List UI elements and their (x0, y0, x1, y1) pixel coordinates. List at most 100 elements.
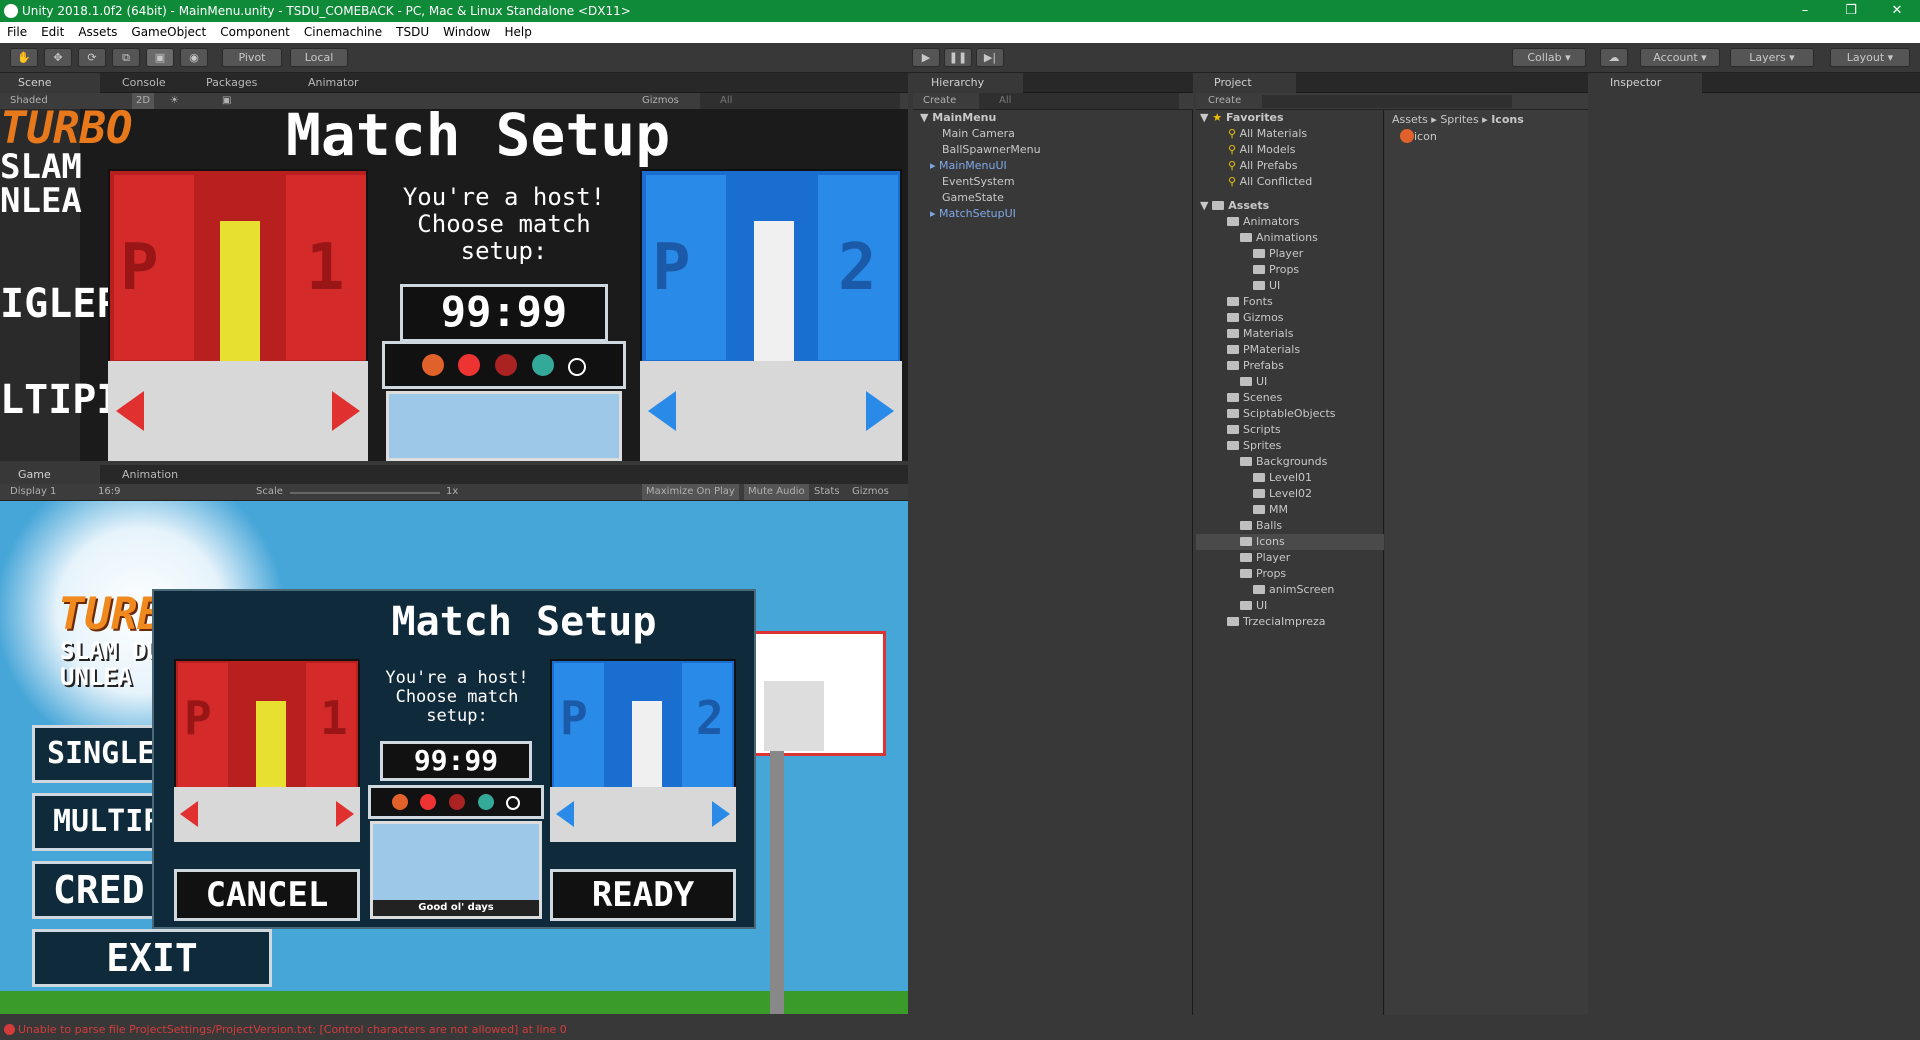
project-folder-item[interactable]: Level02 (1253, 486, 1312, 502)
hierarchy-search-input[interactable]: All (979, 93, 1179, 109)
mute-audio-toggle[interactable]: Mute Audio (744, 484, 809, 500)
favorites-folder[interactable]: ▼ ★ Favorites (1200, 110, 1284, 126)
favorite-item[interactable]: ⚲ All Models (1228, 142, 1295, 158)
menu-edit[interactable]: Edit (34, 22, 71, 43)
menu-window[interactable]: Window (436, 22, 497, 43)
minimize-button[interactable]: – (1782, 0, 1828, 22)
timer-box[interactable]: 99:99 (380, 741, 532, 781)
menu-cinemachine[interactable]: Cinemachine (297, 22, 389, 43)
hierarchy-item-gamestate[interactable]: GameState (942, 190, 1004, 206)
scene-camera-icon[interactable]: ▣ (222, 93, 231, 109)
level-preview[interactable]: Good ol' days (370, 821, 542, 919)
scale-tool-icon[interactable]: ⧉ (112, 48, 140, 67)
aspect-dropdown[interactable]: 16:9 (98, 484, 120, 500)
lighting-icon[interactable]: ☀ (170, 93, 179, 109)
tab-animation[interactable]: Animation (104, 465, 214, 485)
shading-mode-dropdown[interactable]: Shaded (10, 93, 48, 109)
play-button[interactable]: ▶ (912, 48, 940, 67)
pause-button[interactable]: ❚❚ (944, 48, 972, 67)
project-folder-item[interactable]: TrzeciaImpreza (1227, 614, 1326, 630)
menu-gameobject[interactable]: GameObject (124, 22, 213, 43)
cloud-icon[interactable]: ☁ (1600, 48, 1628, 67)
display-dropdown[interactable]: Display 1 (10, 484, 56, 500)
tab-scene[interactable]: Scene (0, 73, 100, 93)
breadcrumb-sprites[interactable]: Sprites (1440, 113, 1478, 126)
move-tool-icon[interactable]: ✥ (44, 48, 72, 67)
project-folder-item[interactable]: Props (1253, 262, 1299, 278)
rotate-tool-icon[interactable]: ⟳ (78, 48, 106, 67)
maximize-button[interactable]: ❐ (1828, 0, 1874, 22)
ready-button[interactable]: READY (550, 869, 736, 921)
project-folder-item[interactable]: UI (1253, 278, 1280, 294)
project-folder-item[interactable]: Player (1253, 246, 1303, 262)
status-error-text[interactable]: Unable to parse file ProjectSettings/Pro… (18, 1023, 567, 1036)
tab-inspector[interactable]: Inspector (1592, 73, 1702, 93)
scale-slider[interactable] (290, 492, 440, 494)
project-folder-item[interactable]: Backgrounds (1240, 454, 1327, 470)
menu-assets[interactable]: Assets (71, 22, 124, 43)
p2-right-arrow-icon[interactable] (712, 801, 730, 827)
project-folder-item[interactable]: Player (1240, 550, 1290, 566)
game-gizmos-dropdown[interactable]: Gizmos (852, 484, 889, 500)
2d-toggle[interactable]: 2D (132, 93, 155, 109)
project-folder-item[interactable]: Sprites (1227, 438, 1281, 454)
pivot-toggle[interactable]: Pivot (222, 48, 282, 67)
cancel-button[interactable]: CANCEL (174, 869, 360, 921)
project-folder-item[interactable]: Balls (1240, 518, 1282, 534)
hierarchy-item-eventsystem[interactable]: EventSystem (942, 174, 1015, 190)
transform-tool-icon[interactable]: ◉ (180, 48, 208, 67)
project-folder-item[interactable]: Materials (1227, 326, 1293, 342)
tab-game[interactable]: Game (0, 465, 100, 485)
menu-help[interactable]: Help (497, 22, 538, 43)
project-folder-item[interactable]: Prefabs (1227, 358, 1284, 374)
hand-tool-icon[interactable]: ✋ (10, 48, 38, 67)
hierarchy-item-matchsetupui[interactable]: ▸ MatchSetupUI (930, 206, 1016, 222)
project-folder-item[interactable]: Scripts (1227, 422, 1281, 438)
project-folder-item[interactable]: Fonts (1227, 294, 1273, 310)
favorite-item[interactable]: ⚲ All Conflicted (1228, 174, 1312, 190)
menu-component[interactable]: Component (213, 22, 297, 43)
menu-file[interactable]: File (0, 22, 34, 43)
p1-left-arrow-icon[interactable] (180, 801, 198, 827)
favorite-item[interactable]: ⚲ All Prefabs (1228, 158, 1298, 174)
layout-dropdown[interactable]: Layout ▾ (1830, 48, 1910, 67)
project-folder-item[interactable]: Props (1240, 566, 1286, 582)
hierarchy-item-main-camera[interactable]: Main Camera (942, 126, 1015, 142)
project-search-input[interactable] (1262, 95, 1512, 108)
local-toggle[interactable]: Local (290, 48, 348, 67)
project-create-dropdown[interactable]: Create (1208, 93, 1241, 109)
project-folder-item[interactable]: MM (1253, 502, 1288, 518)
project-folder-item[interactable]: PMaterials (1227, 342, 1300, 358)
project-folder-item[interactable]: UI (1240, 374, 1267, 390)
scene-gizmos-dropdown[interactable]: Gizmos (642, 93, 679, 109)
tab-animator[interactable]: Animator (290, 73, 390, 93)
project-folder-item[interactable]: Gizmos (1227, 310, 1284, 326)
project-folder-item[interactable]: Icons (1196, 534, 1384, 550)
project-folder-item[interactable]: Level01 (1253, 470, 1312, 486)
tab-console[interactable]: Console (104, 73, 194, 93)
ball-selector[interactable] (368, 785, 544, 819)
tab-packages[interactable]: Packages (188, 73, 278, 93)
hierarchy-create-dropdown[interactable]: Create (923, 93, 956, 109)
exit-button[interactable]: EXIT (32, 929, 272, 987)
hierarchy-scene-root[interactable]: ▼ MainMenu (920, 110, 996, 126)
project-folder-item[interactable]: Animators (1227, 214, 1299, 230)
p2-left-arrow-icon[interactable] (556, 801, 574, 827)
breadcrumb-icons[interactable]: Icons (1491, 113, 1524, 126)
hierarchy-item-mainmenuui[interactable]: ▸ MainMenuUI (930, 158, 1007, 174)
project-folder-item[interactable]: Animations (1240, 230, 1318, 246)
menu-tsdu[interactable]: TSDU (389, 22, 436, 43)
account-dropdown[interactable]: Account ▾ (1640, 48, 1720, 67)
hierarchy-item-ballspawnermenu[interactable]: BallSpawnerMenu (942, 142, 1041, 158)
p1-right-arrow-icon[interactable] (336, 801, 354, 827)
game-view[interactable]: TURBO SLAM DUNK UNLEA SINGLEP MULTIPL CR… (0, 501, 908, 1014)
project-folder-item[interactable]: SciptableObjects (1227, 406, 1336, 422)
rect-tool-icon[interactable]: ▣ (146, 48, 174, 67)
project-folder-item[interactable]: Scenes (1227, 390, 1282, 406)
maximize-on-play-toggle[interactable]: Maximize On Play (642, 484, 739, 500)
breadcrumb-assets[interactable]: Assets (1392, 113, 1428, 126)
stats-toggle[interactable]: Stats (814, 484, 840, 500)
close-button[interactable]: ✕ (1874, 0, 1920, 22)
favorite-item[interactable]: ⚲ All Materials (1228, 126, 1307, 142)
project-file-icon[interactable]: icon (1400, 129, 1437, 145)
